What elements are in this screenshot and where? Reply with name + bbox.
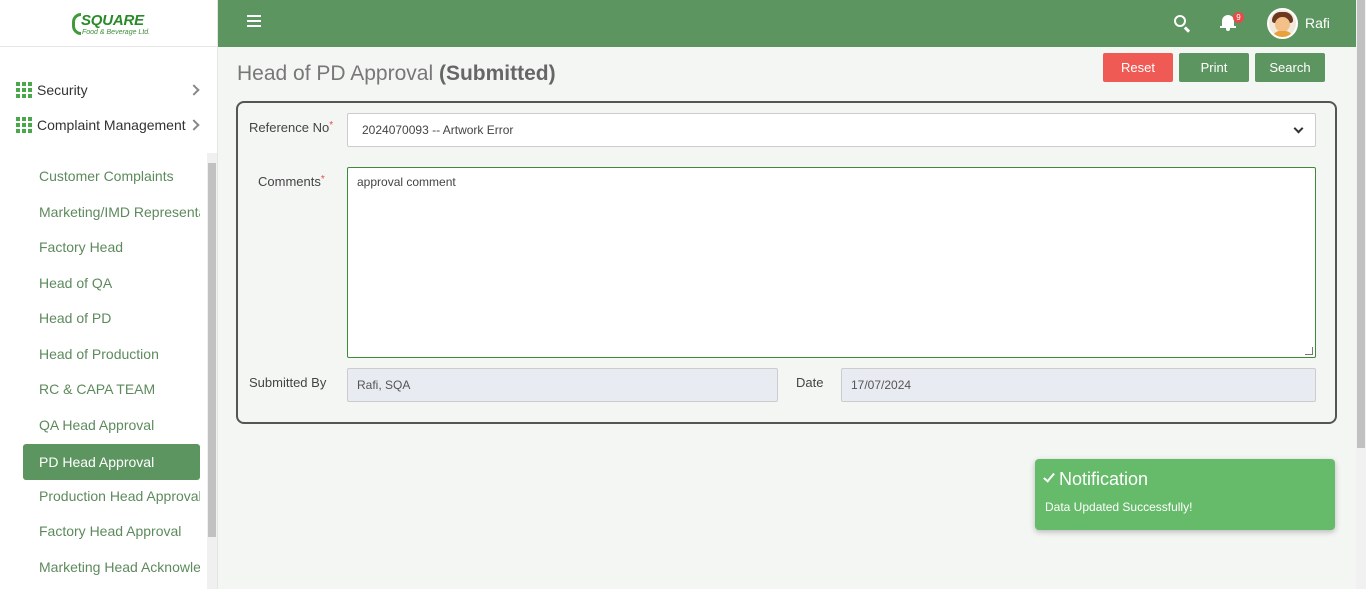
hamburger-menu-icon[interactable]: [247, 15, 261, 27]
date-label: Date: [796, 375, 824, 390]
comments-textarea[interactable]: approval comment: [347, 167, 1316, 358]
sidebar-scrollbar-thumb[interactable]: [208, 163, 216, 537]
reference-no-select[interactable]: 2024070093 -- Artwork Error: [347, 113, 1316, 147]
comments-label: Comments*: [258, 174, 325, 189]
reference-no-value: 2024070093 -- Artwork Error: [362, 123, 514, 137]
sidebar-item-factory-head[interactable]: Factory Head: [23, 229, 200, 265]
sidebar: SQUARE Food & Beverage Ltd. Security Com…: [0, 0, 218, 589]
sidebar-submenu: Customer Complaints Marketing/IMD Repres…: [0, 155, 218, 589]
notification-title: Notification: [1059, 469, 1149, 489]
sidebar-item-marketing-imd-representative[interactable]: Marketing/IMD Representative: [23, 194, 200, 230]
sidebar-group-security[interactable]: Security: [16, 80, 202, 100]
chevron-right-icon: [188, 119, 200, 131]
company-logo[interactable]: SQUARE Food & Beverage Ltd.: [72, 12, 152, 40]
sidebar-group-label: Complaint Management: [37, 117, 186, 133]
sidebar-item-production-head-approval[interactable]: Production Head Approval: [23, 478, 200, 514]
sidebar-scrollbar[interactable]: [207, 153, 217, 589]
logo-subtitle: Food & Beverage Ltd.: [82, 29, 151, 36]
username[interactable]: Rafi: [1305, 15, 1330, 31]
reference-no-label: Reference No*: [249, 120, 333, 135]
page-title-text: Head of PD Approval: [237, 62, 434, 85]
page-scrollbar-thumb[interactable]: [1357, 0, 1365, 448]
logo-mark: [72, 13, 81, 35]
required-marker: *: [320, 174, 325, 185]
sidebar-group-label: Security: [37, 82, 88, 98]
notification-toast[interactable]: Notification Data Updated Successfully!: [1035, 459, 1335, 530]
sidebar-item-qa-head-approval[interactable]: QA Head Approval: [23, 407, 200, 443]
submitted-by-field: Rafi, SQA: [347, 368, 778, 402]
chevron-down-icon: [1293, 123, 1304, 134]
search-button[interactable]: Search: [1255, 53, 1325, 82]
required-marker: *: [329, 120, 334, 131]
comments-value: approval comment: [357, 175, 456, 189]
sidebar-item-head-of-production[interactable]: Head of Production: [23, 336, 200, 372]
print-button[interactable]: Print: [1179, 53, 1249, 82]
chevron-right-icon: [188, 84, 200, 96]
grid-icon: [16, 117, 32, 133]
sidebar-item-pd-head-approval[interactable]: PD Head Approval: [23, 444, 200, 480]
sidebar-item-head-of-qa[interactable]: Head of QA: [23, 265, 200, 301]
logo-title: SQUARE: [81, 12, 144, 29]
page-title: Head of PD Approval (Submitted): [237, 62, 556, 86]
submitted-by-value: Rafi, SQA: [357, 378, 411, 392]
avatar[interactable]: [1267, 8, 1298, 39]
check-icon: [1043, 470, 1055, 483]
sidebar-item-customer-complaints[interactable]: Customer Complaints: [23, 158, 200, 194]
sidebar-item-factory-head-approval[interactable]: Factory Head Approval: [23, 513, 200, 549]
sidebar-item-marketing-head-acknowledgement[interactable]: Marketing Head Acknowledgement: [23, 549, 200, 585]
search-icon[interactable]: [1174, 15, 1192, 33]
sidebar-item-rc-capa-team[interactable]: RC & CAPA TEAM: [23, 371, 200, 407]
sidebar-item-head-of-pd[interactable]: Head of PD: [23, 300, 200, 336]
comments-label-text: Comments: [258, 174, 321, 189]
sidebar-group-complaint-management[interactable]: Complaint Management: [16, 115, 202, 135]
page-status: (Submitted): [438, 62, 556, 85]
notification-message: Data Updated Successfully!: [1045, 500, 1193, 514]
topbar: 9 Rafi: [218, 0, 1356, 47]
logo-area: SQUARE Food & Beverage Ltd.: [0, 0, 217, 47]
submitted-by-label: Submitted By: [249, 375, 327, 390]
grid-icon: [16, 82, 32, 98]
page-scrollbar[interactable]: [1356, 0, 1366, 589]
reset-button[interactable]: Reset: [1103, 53, 1173, 82]
date-field: 17/07/2024: [841, 368, 1316, 402]
resize-grip-icon[interactable]: [1305, 347, 1313, 355]
date-value: 17/07/2024: [851, 378, 912, 392]
notification-count-badge: 9: [1233, 12, 1244, 23]
reference-no-label-text: Reference No: [249, 120, 330, 135]
